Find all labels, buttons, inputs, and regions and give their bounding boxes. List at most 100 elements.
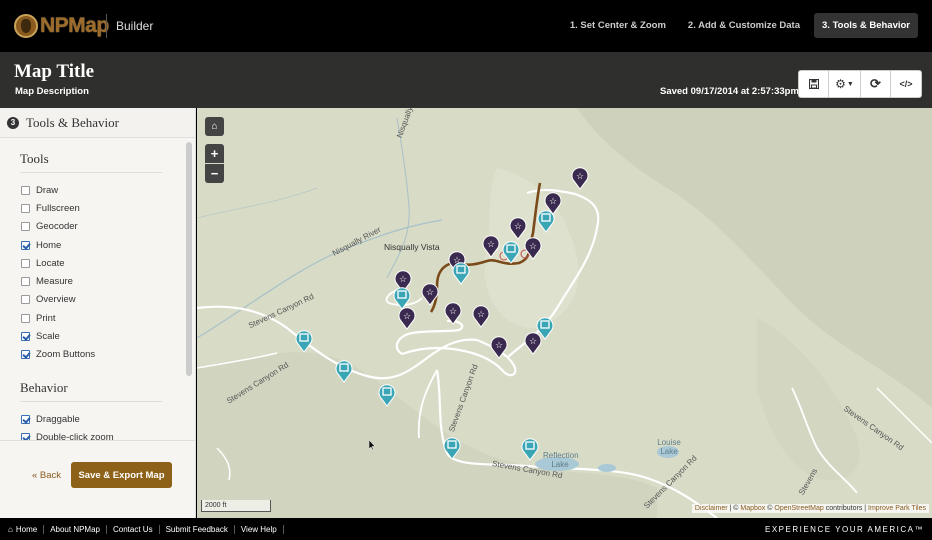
- app-name: Builder: [116, 19, 154, 33]
- tool-option-draw[interactable]: Draw: [21, 181, 195, 199]
- map-scale: 2000 ft: [201, 500, 271, 512]
- save-button[interactable]: [799, 71, 829, 97]
- openstreetmap-link[interactable]: OpenStreetMap: [774, 505, 823, 512]
- footer-help-link[interactable]: View Help: [235, 524, 284, 534]
- sidebar-footer: « Back Save & Export Map: [0, 440, 195, 518]
- saved-status: Saved 09/17/2014 at 2:57:33pm: [660, 86, 799, 97]
- checkbox[interactable]: [21, 313, 30, 323]
- tool-option-zoom-buttons[interactable]: Zoom Buttons: [21, 346, 195, 364]
- footer-feedback-link[interactable]: Submit Feedback: [160, 524, 235, 534]
- checkbox[interactable]: [21, 295, 30, 305]
- tab-add-customize-data[interactable]: 2. Add & Customize Data: [680, 13, 808, 38]
- tab-set-center-zoom[interactable]: 1. Set Center & Zoom: [562, 13, 674, 38]
- checkbox-checked[interactable]: [21, 432, 30, 440]
- tool-option-scale[interactable]: Scale: [21, 327, 195, 345]
- checkbox-checked[interactable]: [21, 332, 30, 342]
- logo-text: NPMap: [40, 14, 109, 37]
- footer-home-link[interactable]: ⌂ Home: [0, 524, 45, 534]
- option-label: Draggable: [36, 413, 80, 425]
- svg-text:☆: ☆: [426, 287, 434, 297]
- disclaimer-link[interactable]: Disclaimer: [695, 505, 728, 512]
- footer-tagline: EXPERIENCE YOUR AMERICA™: [765, 525, 924, 534]
- step-tabs: 1. Set Center & Zoom 2. Add & Customize …: [562, 13, 918, 38]
- save-icon: [808, 79, 819, 89]
- square-marker-icon[interactable]: [520, 437, 540, 461]
- home-button[interactable]: ⌂: [205, 117, 224, 136]
- checkbox-checked[interactable]: [21, 414, 30, 424]
- map-description[interactable]: Map Description: [15, 86, 89, 97]
- square-marker-icon[interactable]: [535, 316, 555, 340]
- checkbox[interactable]: [21, 277, 30, 287]
- refresh-button[interactable]: ⟳: [861, 71, 891, 97]
- behavior-heading: Behavior: [20, 380, 162, 402]
- footer-contact-link[interactable]: Contact Us: [107, 524, 160, 534]
- tool-option-measure[interactable]: Measure: [21, 272, 195, 290]
- star-marker-icon[interactable]: ☆: [523, 236, 543, 260]
- checkbox[interactable]: [21, 222, 30, 232]
- tool-option-home[interactable]: Home: [21, 236, 195, 254]
- attribution-text: | ©: [727, 505, 741, 512]
- improve-park-tiles-link[interactable]: Improve Park Tiles: [868, 505, 926, 512]
- option-label: Locate: [36, 257, 65, 269]
- map-canvas[interactable]: Nisqually River Nisqually River Nisquall…: [197, 108, 932, 518]
- star-marker-icon[interactable]: ☆: [489, 335, 509, 359]
- top-nav: NPMap Builder 1. Set Center & Zoom 2. Ad…: [0, 0, 932, 52]
- embed-code-button[interactable]: </>: [891, 71, 921, 97]
- footer-link-label: Home: [15, 524, 38, 534]
- option-label: Print: [36, 312, 56, 324]
- minus-icon: −: [210, 166, 219, 181]
- checkbox[interactable]: [21, 185, 30, 195]
- npmap-logo[interactable]: NPMap: [14, 13, 109, 39]
- tab-tools-behavior[interactable]: 3. Tools & Behavior: [814, 13, 918, 38]
- footer-about-link[interactable]: About NPMap: [44, 524, 107, 534]
- zoom-in-button[interactable]: +: [205, 144, 224, 163]
- star-marker-icon[interactable]: ☆: [471, 304, 491, 328]
- square-marker-icon[interactable]: [442, 436, 462, 460]
- footer: ⌂ Home About NPMap Contact Us Submit Feed…: [0, 518, 932, 540]
- svg-text:☆: ☆: [477, 309, 485, 319]
- checkbox-checked[interactable]: [21, 240, 30, 250]
- square-marker-icon[interactable]: [536, 209, 556, 233]
- tool-option-overview[interactable]: Overview: [21, 291, 195, 309]
- map-title[interactable]: Map Title: [14, 61, 94, 83]
- label-reflection-lake: Reflection Lake: [543, 451, 579, 469]
- square-marker-icon[interactable]: [294, 329, 314, 353]
- square-marker-icon[interactable]: [377, 383, 397, 407]
- behavior-option-double-click-zoom[interactable]: Double-click zoom: [21, 428, 195, 440]
- option-label: Overview: [36, 294, 76, 306]
- back-link[interactable]: « Back: [32, 470, 61, 481]
- mouse-pointer-icon: [369, 440, 375, 450]
- behavior-option-draggable[interactable]: Draggable: [21, 410, 195, 428]
- tool-option-locate[interactable]: Locate: [21, 254, 195, 272]
- code-icon: </>: [899, 79, 913, 89]
- option-label: Measure: [36, 276, 73, 288]
- sidebar-options[interactable]: Tools Draw Fullscreen Geocoder Home Loca…: [0, 138, 195, 440]
- sidebar: 3 Tools & Behavior Tools Draw Fullscreen…: [0, 108, 196, 518]
- svg-text:☆: ☆: [549, 196, 557, 206]
- sidebar-scrollbar[interactable]: [186, 142, 192, 376]
- mapbox-link[interactable]: Mapbox: [740, 505, 765, 512]
- save-export-button[interactable]: Save & Export Map: [71, 462, 172, 488]
- zoom-out-button[interactable]: −: [205, 164, 224, 183]
- tools-heading: Tools: [20, 151, 162, 173]
- checkbox-checked[interactable]: [21, 350, 30, 360]
- star-marker-icon[interactable]: ☆: [420, 282, 440, 306]
- title-bar: Map Title Map Description Saved 09/17/20…: [0, 52, 932, 108]
- square-marker-icon[interactable]: [451, 261, 471, 285]
- settings-button[interactable]: ⚙ ▼: [829, 71, 861, 97]
- square-marker-icon[interactable]: [334, 359, 354, 383]
- tool-option-fullscreen[interactable]: Fullscreen: [21, 199, 195, 217]
- checkbox[interactable]: [21, 203, 30, 213]
- square-marker-icon[interactable]: [392, 286, 412, 310]
- star-marker-icon[interactable]: ☆: [570, 166, 590, 190]
- tool-option-print[interactable]: Print: [21, 309, 195, 327]
- tool-option-geocoder[interactable]: Geocoder: [21, 218, 195, 236]
- checkbox[interactable]: [21, 258, 30, 268]
- sidebar-header: 3 Tools & Behavior: [0, 108, 195, 138]
- plus-icon: +: [210, 146, 219, 161]
- star-marker-icon[interactable]: ☆: [481, 234, 501, 258]
- attribution-text: contributors |: [823, 505, 869, 512]
- arrowhead-icon: [14, 14, 38, 38]
- star-marker-icon[interactable]: ☆: [443, 301, 463, 325]
- square-marker-icon[interactable]: [501, 240, 521, 264]
